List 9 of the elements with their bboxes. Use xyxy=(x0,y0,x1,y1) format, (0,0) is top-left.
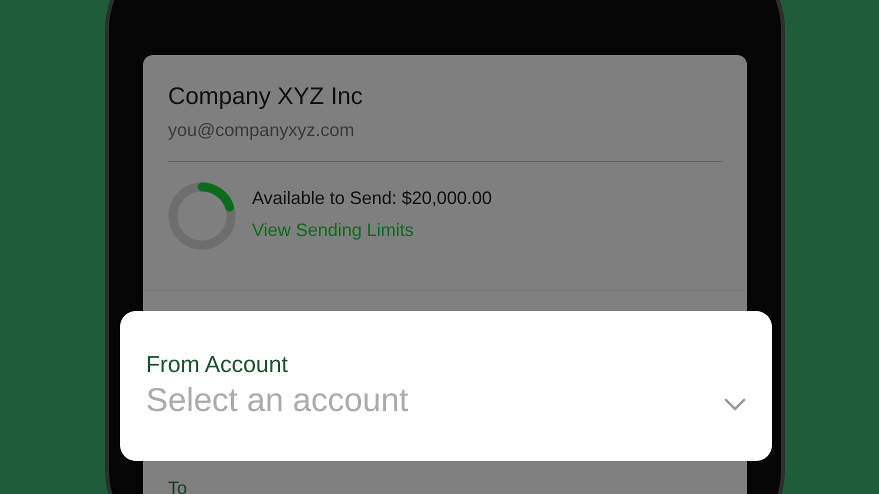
field-label: From Account xyxy=(146,350,289,378)
to-label: To xyxy=(168,477,188,494)
account-email: you@companyxyz.com xyxy=(168,119,356,141)
available-amount: Available to Send: $20,000.00 xyxy=(252,187,492,209)
company-name: Company XYZ Inc xyxy=(168,83,364,111)
account-select[interactable]: From Account Select an account xyxy=(120,311,772,461)
progress-ring xyxy=(168,182,236,250)
placeholder-text: Select an account xyxy=(146,380,408,420)
chevron-down-icon xyxy=(724,398,746,410)
